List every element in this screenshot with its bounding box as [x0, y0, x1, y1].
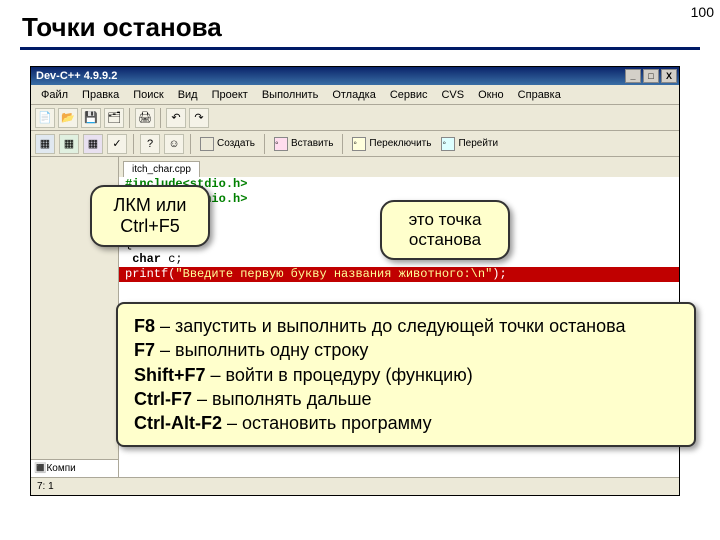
sidebar-tab-label: Компи	[46, 463, 75, 474]
instr-ctrl-alt-f2: Ctrl-Alt-F2 – остановить программу	[134, 411, 678, 435]
instr-f7: F7 – выполнить одну строку	[134, 338, 678, 362]
new-icon[interactable]: 📄	[35, 108, 55, 128]
menu-run[interactable]: Выполнить	[256, 87, 324, 103]
about-icon[interactable]: ☺	[164, 134, 184, 154]
statusbar: 7: 1	[31, 477, 679, 495]
insert-label: Вставить	[291, 138, 333, 149]
insert-button[interactable]: ◦Вставить	[271, 135, 336, 153]
callout-text: это точка	[396, 210, 494, 230]
minimize-button[interactable]: _	[625, 69, 641, 83]
rebuild-icon[interactable]: ▦	[83, 134, 103, 154]
separator	[342, 134, 343, 154]
toggle-button[interactable]: ◦Переключить	[349, 135, 434, 153]
toolbar-secondary: ▦ ▦ ▦ ✓ ? ☺ Создать ◦Вставить ◦Переключи…	[31, 131, 679, 157]
titlebar: Dev-C++ 4.9.9.2 _ □ X	[31, 67, 679, 85]
debug-icon[interactable]: ✓	[107, 134, 127, 154]
menu-cvs[interactable]: CVS	[435, 87, 470, 103]
separator	[160, 108, 161, 128]
window-title: Dev-C++ 4.9.9.2	[33, 70, 623, 82]
menu-project[interactable]: Проект	[206, 87, 254, 103]
menu-help[interactable]: Справка	[512, 87, 567, 103]
undo-icon[interactable]: ↶	[166, 108, 186, 128]
goto-button[interactable]: ◦Перейти	[438, 135, 501, 153]
title-underline	[20, 47, 700, 50]
menu-edit[interactable]: Правка	[76, 87, 125, 103]
menu-window[interactable]: Окно	[472, 87, 510, 103]
menubar: Файл Правка Поиск Вид Проект Выполнить О…	[31, 85, 679, 105]
sidebar-tab-compiler[interactable]: 🔳 Компи	[31, 459, 118, 477]
save-icon[interactable]: 💾	[81, 108, 101, 128]
compile-icon[interactable]: ▦	[35, 134, 55, 154]
insert-icon: ◦	[274, 137, 288, 151]
create-icon	[200, 137, 214, 151]
instr-shift-f7: Shift+F7 – войти в процедуру (функцию)	[134, 363, 678, 387]
instructions-box: F8 – запустить и выполнить до следующей …	[116, 302, 696, 447]
separator	[133, 134, 134, 154]
editor-tab[interactable]: itch_char.cpp	[123, 161, 200, 177]
instr-ctrl-f7: Ctrl-F7 – выполнять дальше	[134, 387, 678, 411]
slide-title: Точки останова	[0, 0, 720, 47]
menu-debug[interactable]: Отладка	[326, 87, 381, 103]
separator	[129, 108, 130, 128]
callout-text: Ctrl+F5	[106, 216, 194, 237]
toggle-label: Переключить	[369, 138, 431, 149]
open-icon[interactable]: 📂	[58, 108, 78, 128]
saveall-icon[interactable]: 🗂	[104, 108, 124, 128]
close-button[interactable]: X	[661, 69, 677, 83]
redo-icon[interactable]: ↷	[189, 108, 209, 128]
editor-tabs: itch_char.cpp	[119, 157, 679, 177]
print-icon[interactable]: 🖨	[135, 108, 155, 128]
toolbar-main: 📄 📂 💾 🗂 🖨 ↶ ↷	[31, 105, 679, 131]
callout-text: останова	[396, 230, 494, 250]
callout-breakpoint: это точка останова	[380, 200, 510, 260]
menu-view[interactable]: Вид	[172, 87, 204, 103]
callout-lmb: ЛКМ или Ctrl+F5	[90, 185, 210, 247]
run-icon[interactable]: ▦	[59, 134, 79, 154]
breakpoint-line[interactable]: printf("Введите первую букву названия жи…	[119, 267, 679, 282]
create-button[interactable]: Создать	[197, 135, 258, 153]
separator	[190, 134, 191, 154]
menu-search[interactable]: Поиск	[127, 87, 169, 103]
menu-tools[interactable]: Сервис	[384, 87, 434, 103]
create-label: Создать	[217, 138, 255, 149]
page-number: 100	[691, 4, 714, 20]
toggle-icon: ◦	[352, 137, 366, 151]
maximize-button[interactable]: □	[643, 69, 659, 83]
separator	[264, 134, 265, 154]
instr-f8: F8 – запустить и выполнить до следующей …	[134, 314, 678, 338]
callout-text: ЛКМ или	[106, 195, 194, 216]
help-icon[interactable]: ?	[140, 134, 160, 154]
cursor-position: 7: 1	[37, 481, 54, 492]
menu-file[interactable]: Файл	[35, 87, 74, 103]
goto-label: Перейти	[458, 138, 498, 149]
goto-icon: ◦	[441, 137, 455, 151]
